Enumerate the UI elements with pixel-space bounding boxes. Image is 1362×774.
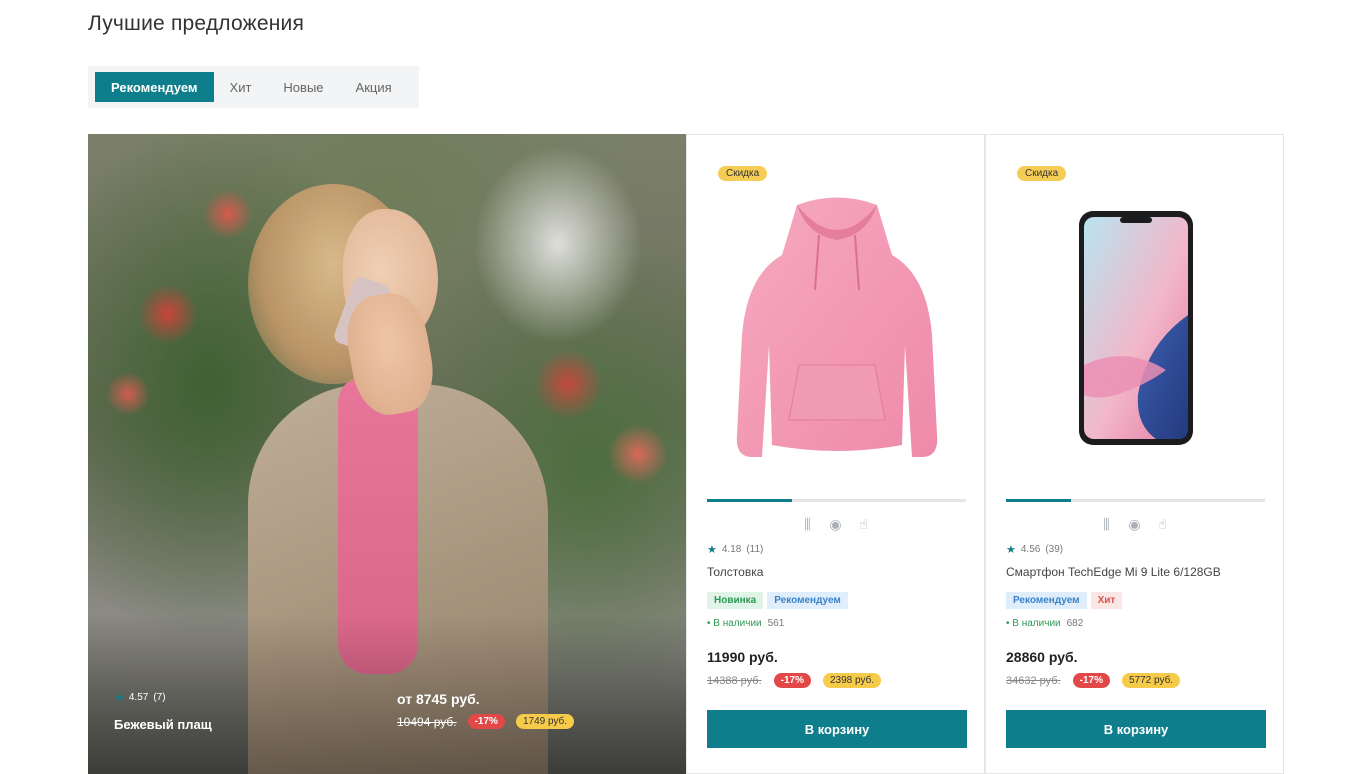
product-tags: Новинка Рекомендуем xyxy=(707,592,848,609)
section-title: Лучшие предложения xyxy=(88,12,305,35)
featured-product-card[interactable]: ★ 4.57 (7) Бежевый плащ от 8745 руб. 104… xyxy=(88,134,686,774)
product-actions: ⫼ ◉ ☝ xyxy=(687,516,984,533)
add-to-cart-button[interactable]: В корзину xyxy=(707,710,967,748)
review-count: (11) xyxy=(746,544,764,555)
product-tags: Рекомендуем Хит xyxy=(1006,592,1123,609)
product-name[interactable]: Смартфон TechEdge Mi 9 Lite 6/128GB xyxy=(1006,565,1221,579)
tag-hit: Хит xyxy=(1090,592,1123,609)
stock-quantity: 682 xyxy=(1066,618,1084,629)
compare-icon[interactable]: ⫼ xyxy=(799,516,817,533)
product-card: Скидка ⫼ ◉ ☝ ★ 4.18 (11) Толстовка Новин… xyxy=(686,134,985,774)
stock-info: • В наличии 561 xyxy=(707,618,784,629)
image-slider-progress xyxy=(707,499,966,502)
featured-savings-badge: 1749 руб. xyxy=(515,714,575,729)
smartphone-image[interactable] xyxy=(1026,195,1246,475)
discount-badge: Скидка xyxy=(1017,166,1067,181)
tab-bar: Рекомендуем Хит Новые Акция xyxy=(88,66,419,108)
stock-info: • В наличии 682 xyxy=(1006,618,1083,629)
featured-old-price-row: 10494 руб. -17% 1749 руб. xyxy=(397,714,575,729)
tab-hit[interactable]: Хит xyxy=(214,72,268,102)
current-price: 11990 руб. xyxy=(707,649,778,665)
add-to-cart-button[interactable]: В корзину xyxy=(1006,710,1266,748)
image-slider-progress-fill xyxy=(707,499,793,502)
old-price: 34632 руб. xyxy=(1006,674,1061,687)
current-price: 28860 руб. xyxy=(1006,649,1078,665)
product-rating: ★ 4.18 (11) xyxy=(707,543,763,556)
savings-badge: 5772 руб. xyxy=(1121,673,1181,688)
tab-sale[interactable]: Акция xyxy=(340,72,408,102)
tab-recommended[interactable]: Рекомендуем xyxy=(95,72,214,102)
featured-rating-value: 4.57 xyxy=(128,692,149,703)
featured-discount-badge: -17% xyxy=(467,714,505,729)
old-price-row: 14388 руб. -17% 2398 руб. xyxy=(707,673,882,688)
discount-percent-badge: -17% xyxy=(1072,673,1110,688)
hoodie-image[interactable] xyxy=(727,195,947,475)
compare-icon[interactable]: ⫼ xyxy=(1098,516,1116,533)
tag-recommended: Рекомендуем xyxy=(1006,592,1087,609)
image-slider-progress xyxy=(1006,499,1265,502)
featured-price: от 8745 руб. xyxy=(397,691,480,707)
rating-value: 4.18 xyxy=(721,544,742,555)
featured-old-price: 10494 руб. xyxy=(397,714,457,729)
featured-product-name[interactable]: Бежевый плащ xyxy=(114,717,212,732)
product-actions: ⫼ ◉ ☝ xyxy=(986,516,1283,533)
star-icon: ★ xyxy=(707,544,717,556)
tag-recommended: Рекомендуем xyxy=(767,592,848,609)
discount-percent-badge: -17% xyxy=(773,673,811,688)
savings-badge: 2398 руб. xyxy=(822,673,882,688)
star-icon: ★ xyxy=(114,692,124,704)
old-price: 14388 руб. xyxy=(707,674,762,687)
click-icon[interactable]: ☝ xyxy=(855,516,873,533)
hero-photo-shade xyxy=(88,614,686,774)
tag-new: Новинка xyxy=(707,592,764,609)
product-name[interactable]: Толстовка xyxy=(707,565,763,579)
star-icon: ★ xyxy=(1006,544,1016,556)
review-count: (39) xyxy=(1045,544,1064,555)
tab-new[interactable]: Новые xyxy=(267,72,339,102)
product-card: Скидка ⫼ ◉ ☝ ★ 4.56 (39) Смартфон TechEd… xyxy=(985,134,1284,774)
eye-icon[interactable]: ◉ xyxy=(827,516,845,533)
click-icon[interactable]: ☝ xyxy=(1154,516,1172,533)
discount-badge: Скидка xyxy=(718,166,768,181)
featured-rating: ★ 4.57 (7) xyxy=(114,691,166,704)
stock-status: • В наличии xyxy=(707,618,762,629)
image-slider-progress-fill xyxy=(1006,499,1071,502)
eye-icon[interactable]: ◉ xyxy=(1126,516,1144,533)
stock-status: • В наличии xyxy=(1006,618,1061,629)
rating-value: 4.56 xyxy=(1020,544,1041,555)
stock-quantity: 561 xyxy=(767,618,785,629)
old-price-row: 34632 руб. -17% 5772 руб. xyxy=(1006,673,1181,688)
featured-review-count: (7) xyxy=(153,692,166,703)
product-rating: ★ 4.56 (39) xyxy=(1006,543,1063,556)
